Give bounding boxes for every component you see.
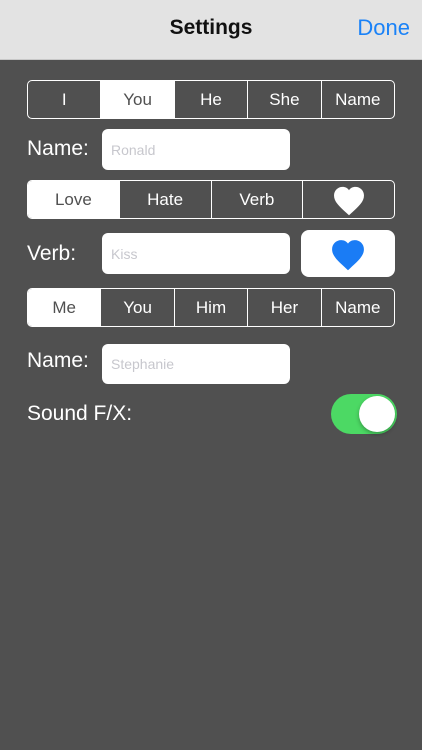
object-name-field[interactable]	[102, 344, 290, 384]
object-segmented-control: Me You Him Her Name	[27, 288, 395, 327]
toggle-knob	[359, 396, 395, 432]
segment-name[interactable]: Name	[320, 81, 394, 118]
segment-verb[interactable]: Verb	[210, 181, 303, 218]
verb-field[interactable]	[102, 233, 290, 274]
segment-hate[interactable]: Hate	[118, 181, 211, 218]
navigation-bar: Settings Done	[0, 0, 422, 60]
done-button[interactable]: Done	[357, 15, 410, 41]
object-name-label: Name:	[27, 349, 89, 372]
segment-me[interactable]: Me	[28, 289, 101, 326]
heart-icon	[333, 186, 364, 215]
subject-name-field[interactable]	[102, 129, 290, 170]
segment-you[interactable]: You	[100, 289, 173, 326]
heart-button[interactable]	[301, 230, 395, 277]
verb-label: Verb:	[27, 242, 77, 265]
sound-fx-toggle[interactable]	[331, 394, 397, 434]
segment-him[interactable]: Him	[173, 289, 247, 326]
segment-you[interactable]: You	[100, 81, 174, 118]
heart-icon	[332, 239, 364, 270]
segment-her[interactable]: Her	[247, 289, 320, 326]
segment-heart[interactable]	[302, 181, 394, 218]
segment-i[interactable]: I	[28, 81, 100, 118]
action-segmented-control: Love Hate Verb	[27, 180, 395, 219]
subject-name-label: Name:	[27, 137, 89, 160]
subject-segmented-control: I You He She Name	[27, 80, 395, 119]
segment-love[interactable]: Love	[28, 181, 119, 218]
segment-she[interactable]: She	[247, 81, 320, 118]
segment-name[interactable]: Name	[320, 289, 394, 326]
segment-he[interactable]: He	[173, 81, 247, 118]
sound-fx-label: Sound F/X:	[27, 402, 133, 425]
